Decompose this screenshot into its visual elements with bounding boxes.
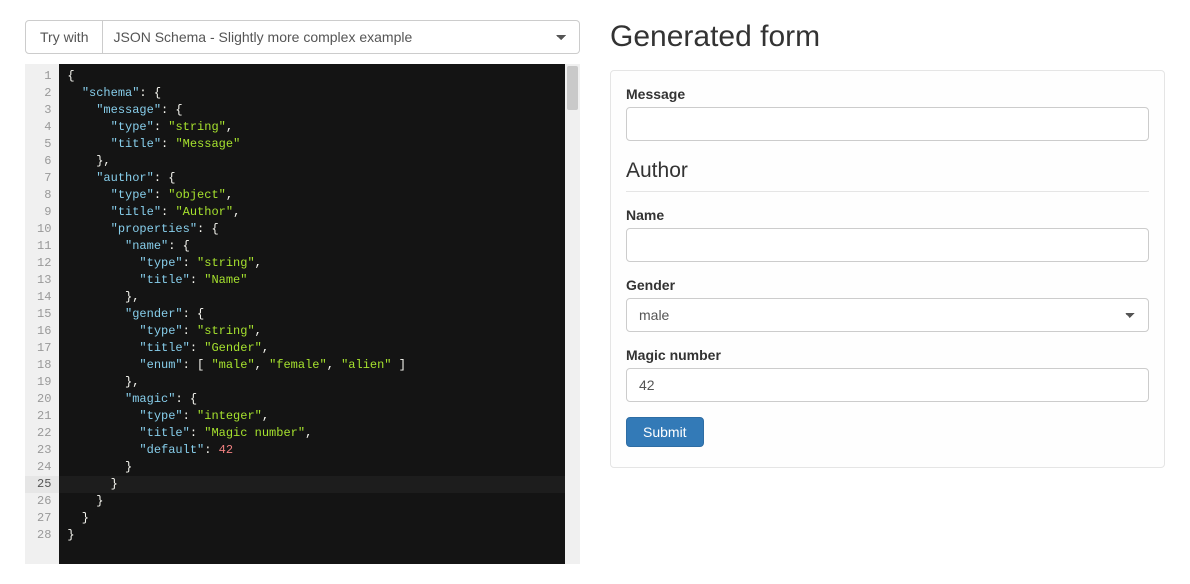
magic-group: Magic number (626, 347, 1149, 402)
generated-form: Message Author Name Gender male Magic nu… (610, 70, 1165, 468)
editor-gutter: 1 2 3 4 5 6 7 8 9 10 11 12 13 14 15 16 1… (25, 64, 59, 564)
message-label: Message (626, 86, 1149, 102)
name-label: Name (626, 207, 1149, 223)
message-input[interactable] (626, 107, 1149, 141)
gender-select[interactable]: male (626, 298, 1149, 332)
gender-group: Gender male (626, 277, 1149, 332)
submit-button[interactable]: Submit (626, 417, 704, 447)
magic-label: Magic number (626, 347, 1149, 363)
editor-code[interactable]: { "schema": { "message": { "type": "stri… (59, 64, 565, 564)
message-group: Message (626, 86, 1149, 141)
page-title: Generated form (610, 20, 1165, 54)
trywith-select[interactable]: JSON Schema - Slightly more complex exam… (103, 20, 580, 54)
name-group: Name (626, 207, 1149, 262)
code-editor[interactable]: 1 2 3 4 5 6 7 8 9 10 11 12 13 14 15 16 1… (25, 64, 580, 564)
magic-input[interactable] (626, 368, 1149, 402)
author-legend: Author (626, 159, 1149, 192)
trywith-button[interactable]: Try with (25, 20, 103, 54)
name-input[interactable] (626, 228, 1149, 262)
gender-label: Gender (626, 277, 1149, 293)
editor-scrollbar[interactable] (565, 64, 580, 564)
scrollbar-thumb[interactable] (567, 66, 578, 110)
trywith-toolbar: Try with JSON Schema - Slightly more com… (25, 20, 580, 54)
